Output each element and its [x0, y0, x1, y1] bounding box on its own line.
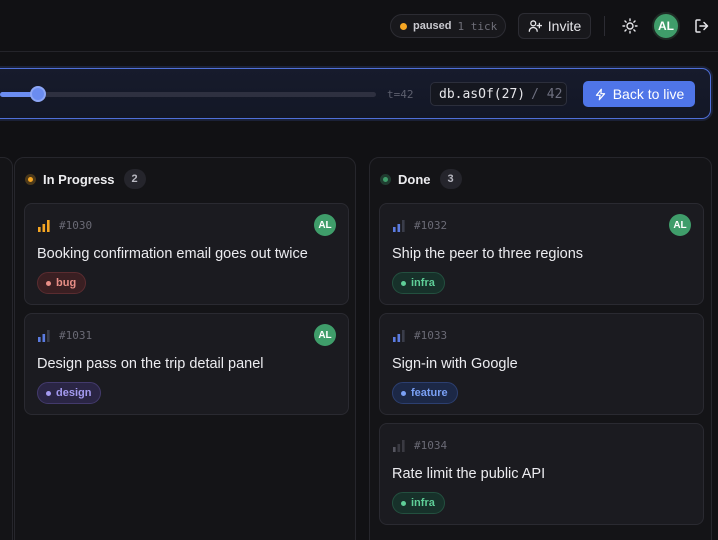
issue-title: Sign-in with Google — [392, 356, 518, 372]
column-header: In Progress 2 — [25, 168, 146, 190]
logout-button[interactable] — [692, 16, 712, 36]
label-text: infra — [411, 497, 435, 509]
user-avatar[interactable]: AL — [652, 12, 680, 40]
assignee-avatar: AL — [314, 324, 336, 346]
back-to-live-button[interactable]: Back to live — [583, 81, 695, 107]
issue-title: Rate limit the public API — [392, 466, 546, 482]
timeline-slider-thumb[interactable] — [30, 86, 46, 102]
priority-low-icon — [393, 440, 405, 452]
status-badge: paused 1 tick — [390, 14, 506, 38]
label-text: infra — [411, 277, 435, 289]
issue-id: #1031 — [59, 329, 93, 342]
label-tag[interactable]: bug — [37, 272, 87, 294]
theme-toggle-button[interactable] — [620, 16, 640, 36]
top-bar: paused 1 tick Invite AL — [0, 0, 718, 52]
issue-title: Booking confirmation email goes out twic… — [37, 246, 308, 262]
assignee-avatar: AL — [314, 214, 336, 236]
issue-id: #1034 — [414, 439, 448, 452]
issue-id: #1033 — [414, 329, 448, 342]
logout-icon — [695, 19, 709, 33]
invite-label: Invite — [547, 18, 582, 34]
column-count: 2 — [123, 169, 146, 189]
asof-readout: db.asOf(27) / 42 — [430, 82, 567, 106]
issue-card[interactable]: #1034 Rate limit the public API infra — [379, 423, 704, 525]
column-status-dot — [380, 173, 391, 185]
issue-card[interactable]: #1032 AL Ship the peer to three regions … — [379, 203, 704, 305]
label-tag[interactable]: infra — [392, 492, 445, 514]
label-text: feature — [411, 387, 448, 399]
column-in-progress: In Progress 2 #1030 AL Booking confirmat… — [14, 157, 356, 540]
issue-card[interactable]: #1030 AL Booking confirmation email goes… — [24, 203, 349, 305]
label-tag[interactable]: design — [37, 382, 102, 404]
label-text: bug — [56, 277, 77, 289]
issue-card[interactable]: #1031 AL Design pass on the trip detail … — [24, 313, 349, 415]
column-done: Done 3 #1032 AL Ship the peer to three r… — [369, 157, 712, 540]
label-tag[interactable]: feature — [392, 382, 458, 404]
user-plus-icon — [528, 20, 542, 32]
issue-id: #1030 — [59, 219, 93, 232]
priority-high-icon — [38, 220, 50, 232]
priority-medium-icon — [393, 330, 405, 342]
sun-icon — [622, 18, 638, 34]
header-divider — [604, 16, 605, 36]
back-to-live-label: Back to live — [612, 86, 685, 102]
bolt-icon — [595, 88, 605, 100]
timeline-slider-track[interactable] — [0, 92, 376, 97]
asof-expression: db.asOf(27) — [439, 86, 526, 102]
column-title: In Progress — [43, 171, 115, 187]
issue-title: Design pass on the trip detail panel — [37, 356, 264, 372]
assignee-avatar: AL — [669, 214, 691, 236]
invite-button[interactable]: Invite — [518, 13, 591, 39]
column-header: Done 3 — [380, 168, 462, 190]
priority-medium-icon — [38, 330, 50, 342]
status-label: paused — [413, 20, 452, 32]
current-tick-label: t=42 — [387, 88, 414, 101]
column-count: 3 — [439, 169, 462, 189]
issue-title: Ship the peer to three regions — [392, 246, 584, 262]
status-dot — [400, 22, 407, 30]
column-status-dot — [25, 173, 36, 185]
column-partial-left — [0, 157, 13, 540]
column-title: Done — [398, 171, 431, 187]
label-text: design — [56, 387, 92, 399]
issue-card[interactable]: #1033 Sign-in with Google feature — [379, 313, 704, 415]
issue-id: #1032 — [414, 219, 448, 232]
status-tick-count: 1 tick — [457, 19, 498, 33]
asof-total: / 42 — [531, 86, 563, 102]
label-tag[interactable]: infra — [392, 272, 445, 294]
priority-medium-icon — [393, 220, 405, 232]
